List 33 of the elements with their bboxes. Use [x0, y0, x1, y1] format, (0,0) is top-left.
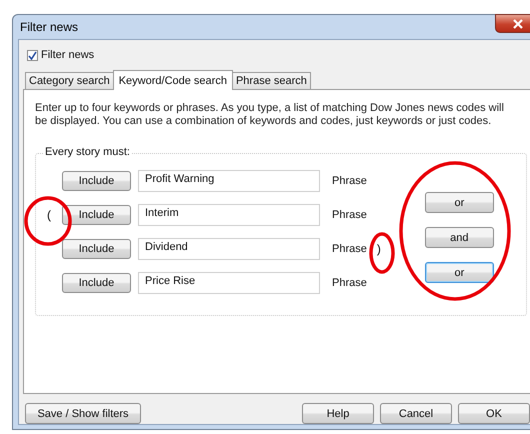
- tab[interactable]: Phrase search: [232, 72, 311, 89]
- include-button[interactable]: Include: [62, 171, 131, 191]
- dialog-button[interactable]: OK: [458, 403, 530, 424]
- group-label: Every story must:: [43, 146, 132, 158]
- keyword-field[interactable]: Price Rise: [138, 272, 320, 294]
- close-icon: [512, 18, 524, 28]
- annotation-circle: [369, 232, 395, 274]
- include-button[interactable]: Include: [62, 273, 131, 293]
- type-label: Phrase: [332, 175, 367, 187]
- include-button[interactable]: Include: [62, 239, 131, 259]
- window-title: Filter news: [19, 20, 78, 34]
- instructions-text: Enter up to four keywords or phrases. As you type, a list of matching Dow Jones news codes will be displayed. You can use a combination of keywords and codes, just keywords or just codes.: [35, 102, 505, 128]
- connector-button[interactable]: and: [424, 227, 494, 248]
- keyword-field[interactable]: Dividend: [138, 238, 320, 260]
- dialog-button[interactable]: Help: [302, 403, 374, 424]
- type-label: Phrase: [332, 243, 367, 255]
- save-show-filters-button[interactable]: Save / Show filters: [25, 403, 141, 424]
- close-bracket: ): [376, 242, 381, 256]
- tab[interactable]: Keyword/Code search: [112, 70, 233, 90]
- checkbox[interactable]: [27, 50, 38, 60]
- tab[interactable]: Category search: [25, 72, 114, 89]
- type-label: Phrase: [332, 209, 367, 221]
- keyword-field[interactable]: Interim: [138, 204, 320, 226]
- open-bracket: (: [47, 208, 51, 222]
- keyword-field[interactable]: Profit Warning: [138, 170, 320, 192]
- connector-button[interactable]: or: [424, 192, 494, 213]
- close-button[interactable]: [495, 14, 530, 33]
- include-button[interactable]: Include: [62, 205, 131, 225]
- checkbox-label: Filter news: [41, 49, 94, 61]
- connector-button[interactable]: or: [424, 262, 494, 283]
- type-label: Phrase: [332, 277, 367, 289]
- dialog-button[interactable]: Cancel: [380, 403, 452, 424]
- annotation-circle: [24, 196, 72, 246]
